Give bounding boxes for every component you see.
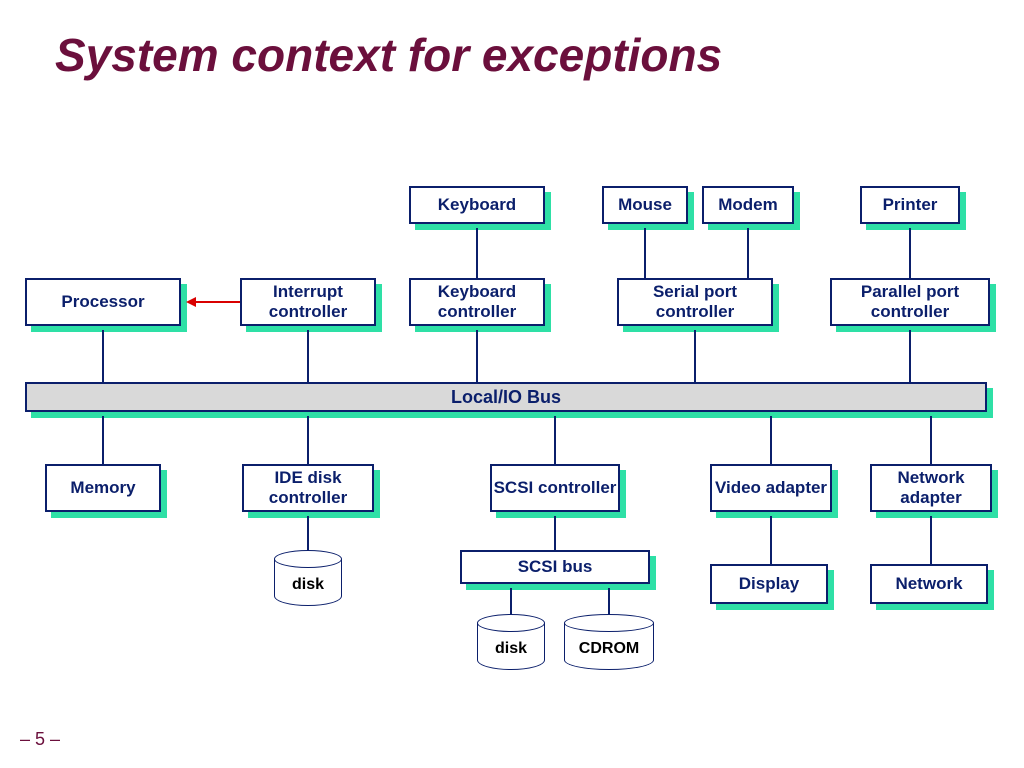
connector	[930, 416, 932, 464]
connector	[554, 416, 556, 464]
connector	[510, 588, 512, 614]
node-memory: Memory	[45, 464, 161, 512]
connector	[770, 516, 772, 564]
connector	[554, 516, 556, 550]
node-processor: Processor	[25, 278, 181, 326]
node-scsi-controller: SCSI controller	[490, 464, 620, 512]
node-video-adapter: Video adapter	[710, 464, 832, 512]
connector	[307, 416, 309, 464]
node-interrupt-controller: Interrupt controller	[240, 278, 376, 326]
connector	[476, 330, 478, 382]
interrupt-arrow	[196, 301, 240, 303]
slide-footer: – 5 –	[20, 729, 60, 750]
cylinder-cdrom: CDROM	[564, 614, 654, 670]
connector	[307, 516, 309, 550]
node-mouse: Mouse	[602, 186, 688, 224]
connector	[476, 228, 478, 278]
connector	[770, 416, 772, 464]
node-network: Network	[870, 564, 988, 604]
connector	[909, 228, 911, 278]
node-modem: Modem	[702, 186, 794, 224]
interrupt-arrow-head	[186, 297, 196, 307]
node-parallel-controller: Parallel port controller	[830, 278, 990, 326]
connector	[307, 330, 309, 382]
connector	[102, 330, 104, 382]
slide: System context for exceptions – 5 – Keyb…	[0, 0, 1024, 768]
connector	[930, 516, 932, 564]
connector	[102, 416, 104, 464]
node-bus: Local/IO Bus	[25, 382, 987, 412]
node-serial-controller: Serial port controller	[617, 278, 773, 326]
connector	[644, 228, 646, 278]
node-ide-controller: IDE disk controller	[242, 464, 374, 512]
connector	[694, 330, 696, 382]
node-display: Display	[710, 564, 828, 604]
node-printer: Printer	[860, 186, 960, 224]
node-scsi-bus: SCSI bus	[460, 550, 650, 584]
node-keyboard-controller: Keyboard controller	[409, 278, 545, 326]
node-keyboard: Keyboard	[409, 186, 545, 224]
connector	[909, 330, 911, 382]
connector	[608, 588, 610, 614]
cylinder-disk-scsi: disk	[477, 614, 545, 670]
cylinder-disk-ide: disk	[274, 550, 342, 606]
slide-title: System context for exceptions	[55, 28, 722, 82]
node-network-adapter: Network adapter	[870, 464, 992, 512]
connector	[747, 228, 749, 278]
